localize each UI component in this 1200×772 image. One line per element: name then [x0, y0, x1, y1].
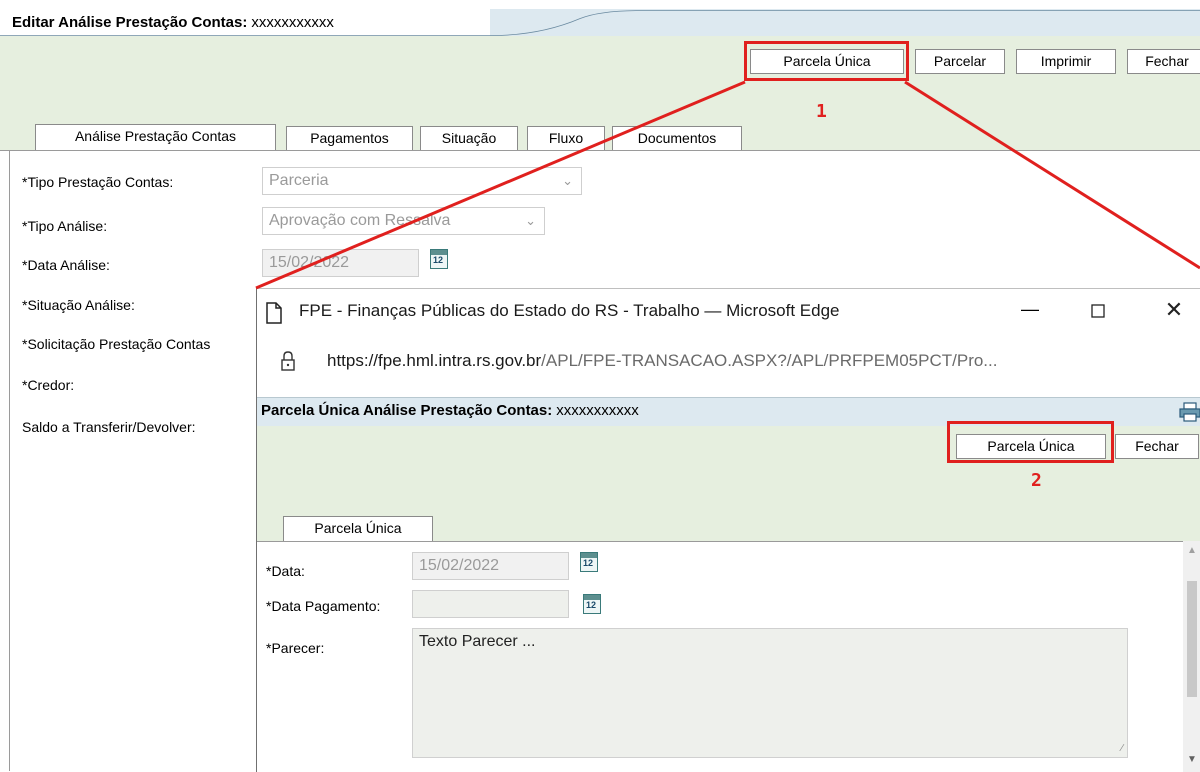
- annotation-number-2: 2: [1031, 470, 1042, 491]
- annotation-number-1: 1: [816, 101, 827, 122]
- annotation-box-1: [744, 41, 909, 81]
- annotation-box-2: [947, 421, 1114, 463]
- annotation-line-left: [255, 80, 746, 290]
- annotation-lines: [255, 80, 1200, 290]
- annotation-line-right: [904, 80, 1200, 270]
